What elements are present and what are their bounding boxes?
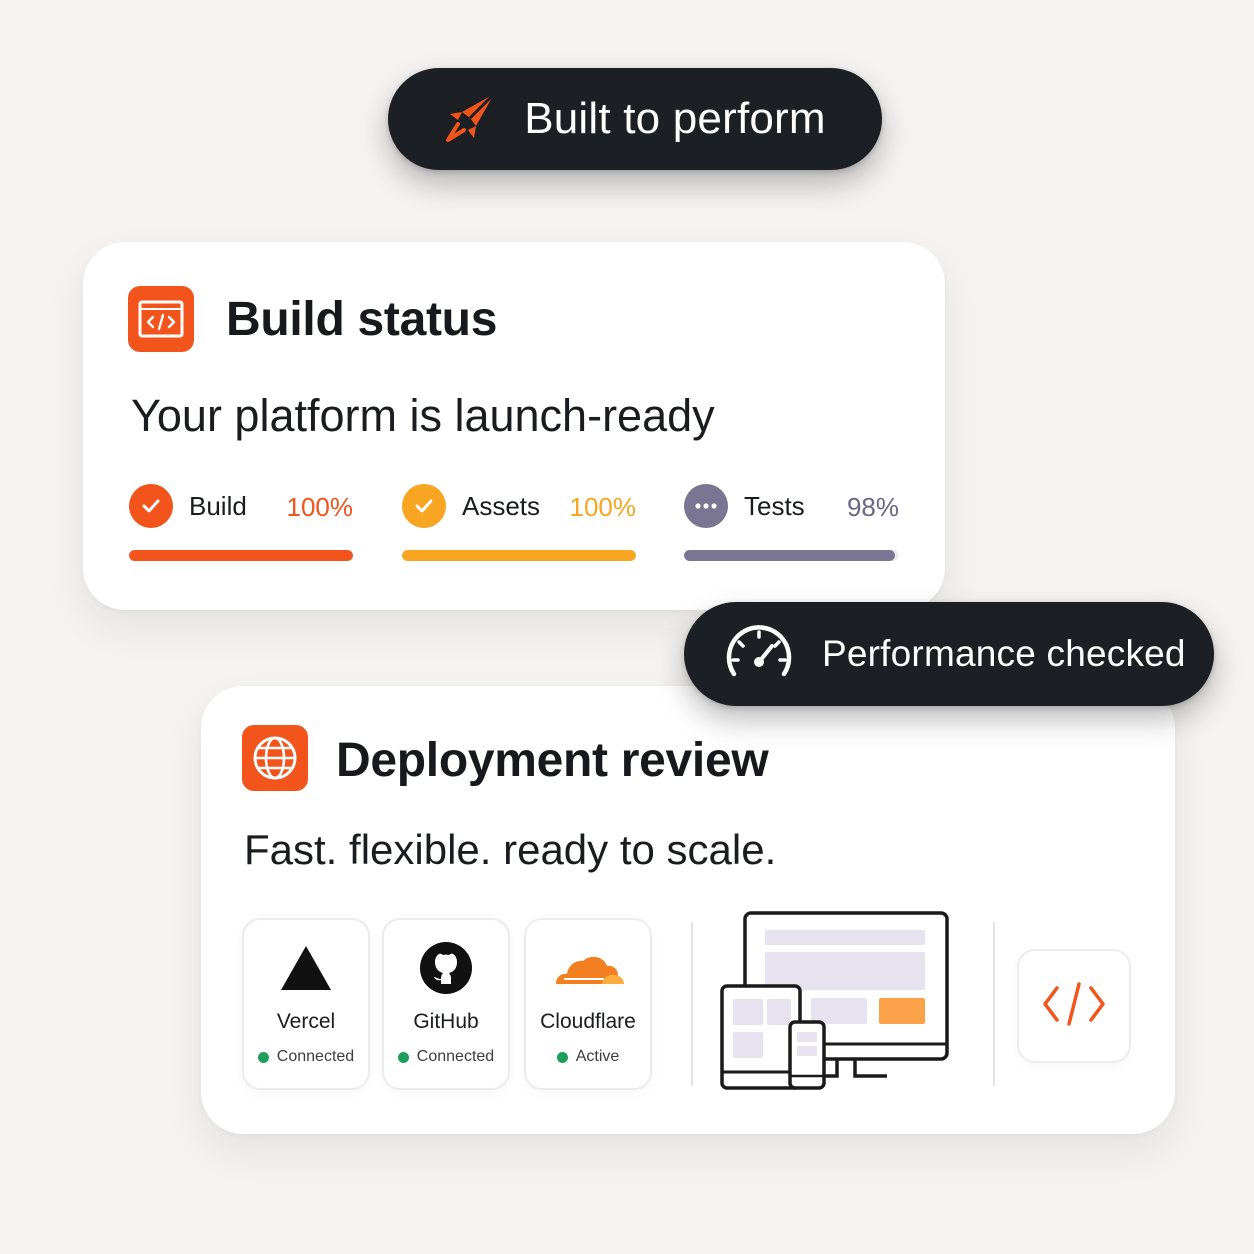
status-text: Connected (276, 1048, 355, 1065)
card-title: Build status (226, 293, 498, 346)
metric-label: Build (189, 490, 247, 521)
code-brackets-button[interactable] (1017, 949, 1131, 1063)
provider-status: Active (526, 1048, 650, 1066)
code-brackets-icon (1041, 980, 1107, 1033)
metric-label: Tests (744, 490, 805, 521)
provider-name: Cloudflare (540, 1010, 636, 1033)
progress-fill (684, 550, 895, 561)
badge-label: Performance checked (822, 633, 1186, 674)
deployment-review-card: Deployment review Fast. flexible. ready … (201, 686, 1175, 1134)
metric-value: 100% (286, 492, 354, 522)
vercel-triangle-icon (244, 938, 368, 998)
performance-checked-badge: Performance checked (684, 602, 1214, 706)
progress-bar (129, 550, 353, 561)
status-dot (556, 1051, 568, 1063)
card-title: Deployment review (336, 734, 769, 787)
card-subtitle: Fast. flexible. ready to scale. (244, 826, 777, 873)
provider-name: GitHub (413, 1010, 479, 1033)
progress-bar (402, 550, 636, 561)
check-icon (129, 484, 173, 528)
responsive-devices-icon (719, 910, 951, 1097)
divider (691, 922, 693, 1086)
code-window-icon (128, 286, 194, 352)
progress-fill (402, 550, 636, 561)
github-icon (384, 938, 508, 998)
provider-tile-cloudflare[interactable]: Cloudflare Active (524, 918, 652, 1090)
badge-label: Built to perform (524, 94, 826, 143)
speedometer-icon (724, 622, 794, 687)
rocket-icon (444, 90, 498, 149)
divider (993, 922, 995, 1086)
metric-assets: Assets 100% (402, 484, 637, 561)
metric-value: 100% (569, 492, 637, 522)
status-dot (257, 1051, 269, 1063)
metric-build: Build 100% (129, 484, 354, 561)
provider-tile-github[interactable]: GitHub Connected (382, 918, 510, 1090)
progress-fill (129, 550, 353, 561)
progress-bar (684, 550, 899, 561)
cloudflare-icon (526, 938, 650, 998)
metric-tests: Tests 98% (684, 484, 899, 561)
status-dot (397, 1051, 409, 1063)
provider-name: Vercel (276, 1010, 336, 1033)
status-text: Connected (416, 1048, 495, 1065)
provider-status: Connected (384, 1048, 508, 1066)
build-status-card: Build status Your platform is launch-rea… (83, 242, 945, 610)
card-subtitle: Your platform is launch-ready (131, 390, 715, 441)
more-dots-icon (684, 484, 728, 528)
provider-status: Connected (244, 1048, 368, 1066)
check-icon (402, 484, 446, 528)
built-to-perform-badge: Built to perform (388, 68, 882, 170)
metric-label: Assets (462, 490, 541, 521)
provider-tile-vercel[interactable]: Vercel Connected (242, 918, 370, 1090)
metric-value: 98% (846, 492, 899, 522)
globe-icon (242, 725, 308, 791)
status-text: Active (575, 1048, 620, 1065)
